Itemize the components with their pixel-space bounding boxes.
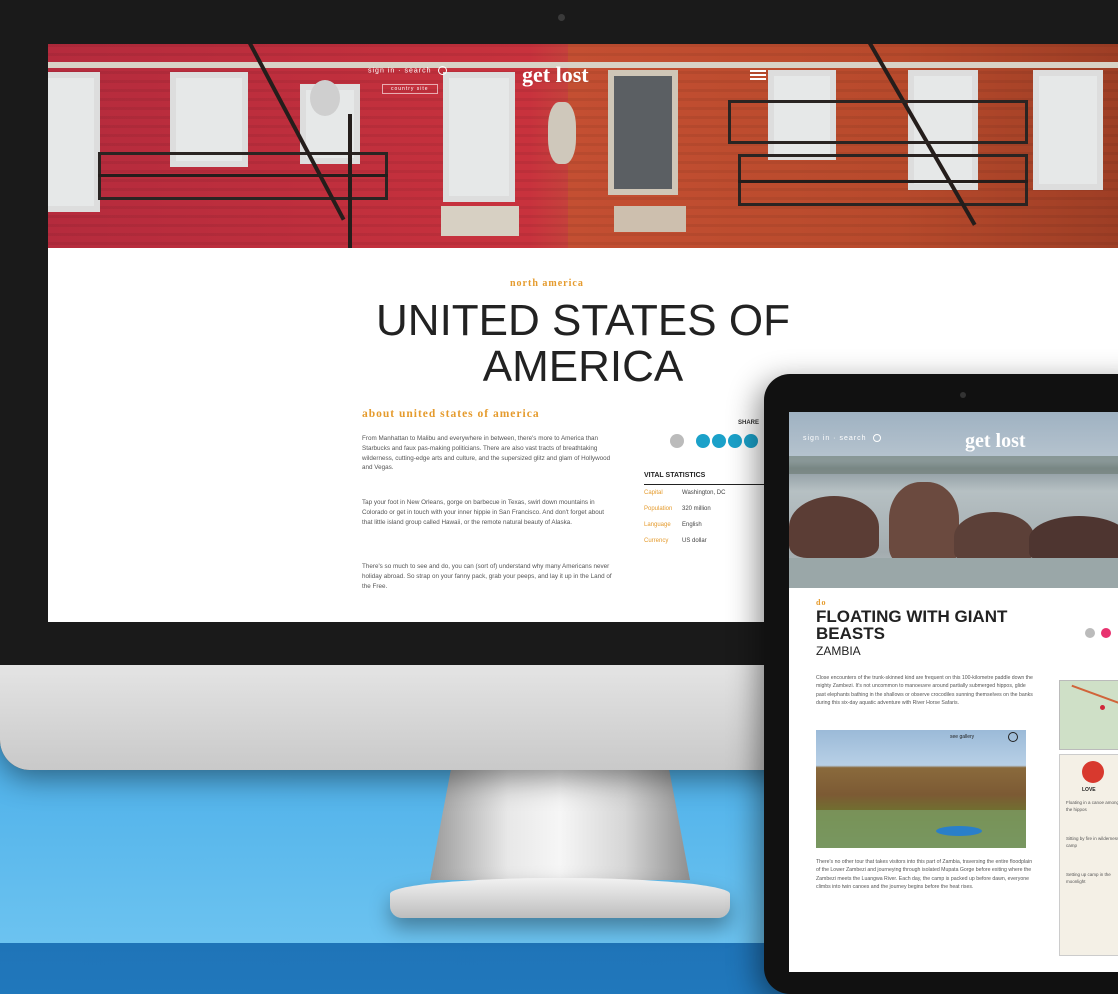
search-icon[interactable]	[873, 434, 882, 442]
nav-search-label: sign in · search	[803, 434, 867, 442]
menu-icon[interactable]	[750, 70, 766, 72]
body-paragraph: Tap your foot in New Orleans, gorge on b…	[362, 499, 605, 526]
imac-base	[390, 878, 730, 918]
category-kicker: do	[816, 598, 827, 607]
expand-icon[interactable]	[1008, 732, 1018, 742]
ipad-frame: sign in · search get lost do FLOATING WI…	[764, 374, 1118, 994]
search-icon[interactable]	[438, 66, 448, 75]
email-icon[interactable]	[1085, 628, 1095, 638]
love-item: Setting up camp in the moonlight	[1066, 872, 1111, 884]
body-paragraph: From Manhattan to Malibu and everywhere …	[362, 435, 611, 472]
vital-value: 320 million	[682, 506, 711, 512]
love-label: LOVE	[1082, 787, 1096, 793]
country-select[interactable]: country site	[382, 84, 438, 94]
vital-key: Population	[644, 506, 673, 512]
gallery-label: see gallery	[950, 734, 975, 740]
pinterest-icon[interactable]	[1101, 628, 1111, 638]
vital-row: Currency US dollar	[644, 538, 707, 544]
article-paragraph: There's no other tour that takes visitor…	[816, 859, 1033, 891]
vital-key: Currency	[644, 538, 669, 544]
camera-icon	[558, 14, 565, 21]
google-plus-icon[interactable]	[728, 434, 742, 448]
region-kicker[interactable]: north america	[510, 278, 584, 289]
country-select-label: country site	[391, 86, 429, 92]
share-label: SHARE	[738, 420, 760, 426]
map-thumbnail[interactable]	[1059, 680, 1118, 750]
site-logo[interactable]: get lost	[965, 430, 1026, 453]
facebook-icon[interactable]	[696, 434, 710, 448]
vital-value: US dollar	[682, 538, 707, 544]
nav-search-label: sign in · search	[368, 67, 432, 75]
about-heading: about united states of america	[362, 408, 540, 420]
love-item: Floating in a canoe amongst the hippos	[1066, 800, 1118, 812]
vital-value: English	[682, 522, 702, 528]
love-panel: LOVE Floating in a canoe amongst the hip…	[1059, 754, 1118, 956]
pinterest-icon[interactable]	[744, 434, 758, 448]
imac-stand	[430, 770, 690, 880]
nav-search[interactable]: sign in · search	[803, 434, 882, 442]
article-title-line1: FLOATING WITH GIANT	[816, 607, 1008, 626]
vital-row: Capital Washington, DC	[644, 490, 725, 496]
email-icon[interactable]	[670, 434, 684, 448]
tablet-screen: sign in · search get lost do FLOATING WI…	[789, 412, 1118, 972]
site-logo[interactable]: get lost	[522, 62, 589, 88]
article-title-line2: BEASTS	[816, 624, 885, 643]
nav-search[interactable]: sign in · search	[368, 66, 448, 75]
vital-heading: VITAL STATISTICS	[644, 472, 706, 479]
vital-row: Language English	[644, 522, 702, 528]
twitter-icon[interactable]	[712, 434, 726, 448]
hero-image: sign in · search get lost	[789, 412, 1118, 588]
love-item: Sitting by fire in wilderness camp	[1066, 836, 1118, 848]
page-title-line1: UNITED STATES OF	[376, 296, 790, 345]
vital-key: Language	[644, 522, 671, 528]
gallery-image[interactable]: see gallery	[816, 730, 1026, 848]
vital-key: Capital	[644, 490, 663, 496]
page-title: UNITED STATES OF AMERICA	[308, 296, 858, 390]
vital-row: Population 320 million	[644, 506, 711, 512]
vital-value: Washington, DC	[682, 490, 726, 496]
hero-image: sign in · search country site get lost	[48, 44, 1118, 248]
article-subtitle: ZAMBIA	[816, 644, 861, 658]
body-paragraph: There's so much to see and do, you can (…	[362, 563, 612, 590]
heart-icon	[1082, 761, 1104, 783]
article-paragraph: Close encounters of the trunk-skinned ki…	[816, 675, 1033, 707]
camera-icon	[960, 392, 966, 398]
article-title: FLOATING WITH GIANT BEASTS	[816, 608, 1007, 642]
